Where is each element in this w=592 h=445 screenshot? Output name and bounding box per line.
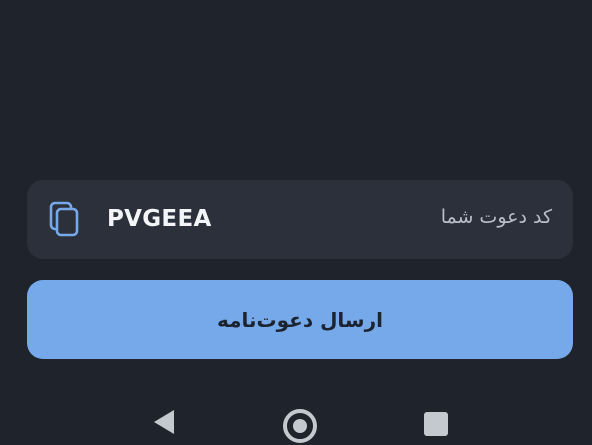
- send-invitation-button[interactable]: ارسال دعوت‌نامه: [27, 280, 573, 359]
- back-triangle-icon[interactable]: [152, 408, 176, 436]
- send-invitation-label: ارسال دعوت‌نامه: [217, 307, 383, 332]
- home-circle-icon[interactable]: [281, 407, 319, 445]
- invite-code-label: کد دعوت شما: [440, 206, 552, 228]
- copy-icon[interactable]: [49, 201, 83, 239]
- invite-code-value: PVGEEA: [107, 206, 212, 232]
- recents-square-icon[interactable]: [424, 412, 448, 436]
